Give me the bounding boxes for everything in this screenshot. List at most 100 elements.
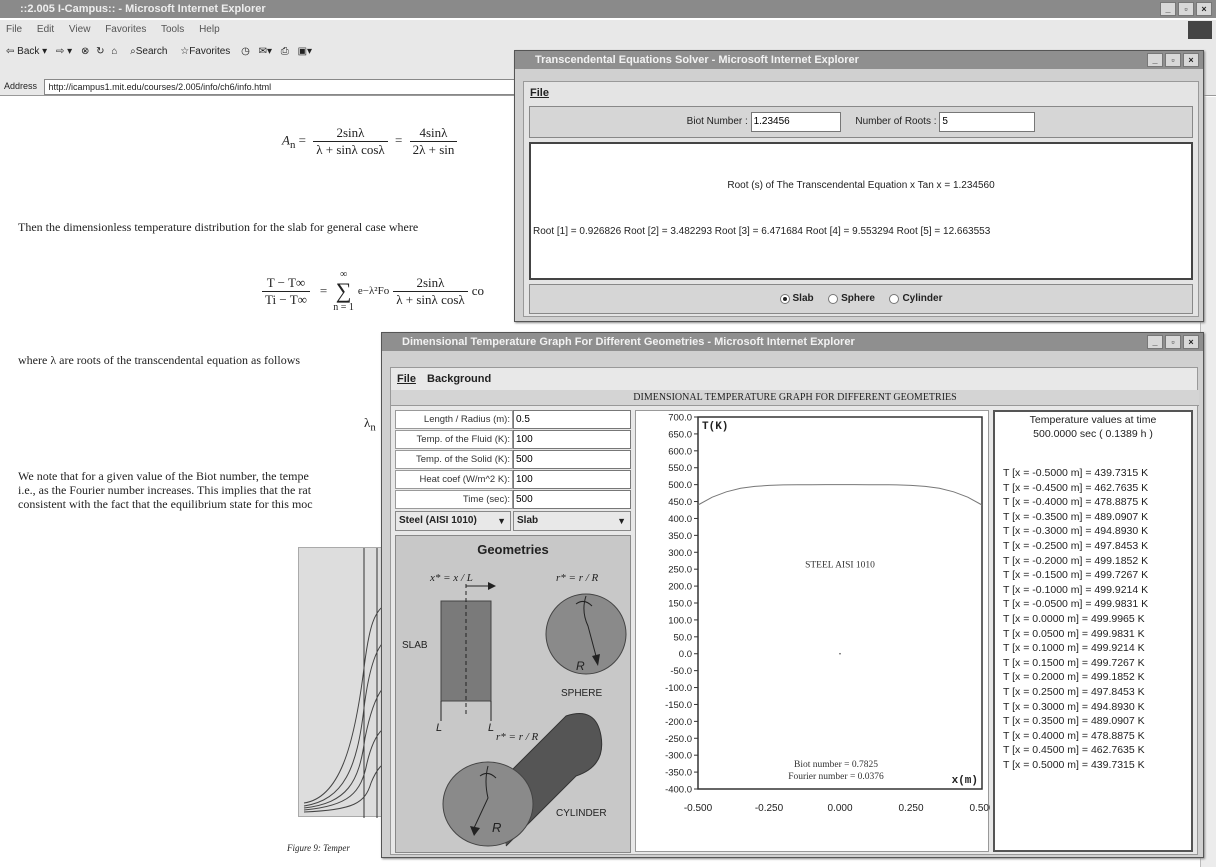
- x-tick-label: -0.500: [684, 803, 713, 814]
- mail-icon[interactable]: ✉▾: [259, 46, 272, 57]
- values-list: T [x = -0.5000 m] = 439.7315 K T [x = -0.…: [1003, 466, 1183, 772]
- y-tick-label: 50.0: [674, 632, 693, 643]
- edit-icon[interactable]: ▣▾: [298, 46, 312, 57]
- temperature-value-row: T [x = -0.4500 m] = 462.7635 K: [1003, 481, 1149, 494]
- forward-button[interactable]: ⇨ ▾: [56, 46, 72, 57]
- temperature-value-row: T [x = 0.4000 m] = 478.8875 K: [1003, 729, 1145, 742]
- menu-file[interactable]: File: [6, 24, 22, 35]
- graph-menu-file[interactable]: File: [397, 373, 416, 385]
- geometry-radio-panel: Slab Sphere Cylinder: [529, 284, 1193, 314]
- solver-title-bar[interactable]: Transcendental Equations Solver - Micros…: [515, 51, 1203, 69]
- graph-menu-background[interactable]: Background: [427, 373, 491, 385]
- solver-result-box: Root (s) of The Transcendental Equation …: [529, 142, 1193, 280]
- heat-coef-input[interactable]: [513, 470, 631, 489]
- favorites-button[interactable]: ☆Favorites: [180, 46, 230, 57]
- radio-slab[interactable]: Slab: [779, 285, 814, 313]
- figure-9-curves: [303, 548, 390, 818]
- solver-menu-file[interactable]: File: [524, 82, 1198, 104]
- field-row-solid-temp: Temp. of the Solid (K):: [395, 450, 631, 469]
- menu-help[interactable]: Help: [199, 24, 220, 35]
- equation-lambda: λn: [364, 415, 376, 434]
- length-input[interactable]: [513, 410, 631, 429]
- back-button[interactable]: ⇦ Back ▾: [6, 46, 47, 57]
- material-select[interactable]: Steel (AISI 1010) ▼: [395, 511, 511, 531]
- chart-area: 700.0 650.0 600.0 550.0 500.0 450.0 400.0 350.0…: [635, 410, 990, 852]
- graph-title-bar[interactable]: Dimensional Temperature Graph For Differ…: [382, 333, 1203, 351]
- x-tick-label: 0.250: [898, 803, 923, 814]
- y-tick-label: -150.0: [665, 700, 692, 711]
- biot-number-label: Biot Number :: [686, 116, 748, 127]
- main-window-controls: _ ▫ ×: [1160, 2, 1212, 16]
- geometry-select-value: Slab: [517, 515, 539, 526]
- plot-frame: [697, 416, 983, 790]
- values-title: Temperature values at time: [1029, 414, 1157, 426]
- graph-restore-icon[interactable]: ▫: [1165, 335, 1181, 349]
- eq-t-den2: λ + sinλ cosλ: [396, 291, 465, 307]
- radio-cylinder[interactable]: Cylinder: [889, 285, 942, 313]
- fluid-temp-input[interactable]: [513, 430, 631, 449]
- solid-temp-input[interactable]: [513, 450, 631, 469]
- refresh-icon[interactable]: ↻: [96, 46, 104, 57]
- restore-icon[interactable]: ▫: [1178, 2, 1194, 16]
- material-annotation: STEEL AISI 1010: [805, 560, 875, 570]
- eq-t-num2: 2sinλ: [393, 275, 468, 292]
- eq-an-den1: λ + sinλ cosλ: [316, 142, 385, 157]
- print-icon[interactable]: ⎙: [281, 46, 289, 57]
- length-label: Length / Radius (m):: [395, 410, 513, 429]
- y-tick-label: 350.0: [668, 531, 692, 542]
- y-tick-label: 650.0: [668, 429, 692, 440]
- values-time: 500.0000 sec ( 0.1389 h ): [1033, 428, 1153, 440]
- menu-favorites[interactable]: Favorites: [105, 24, 146, 35]
- solver-title: Transcendental Equations Solver - Micros…: [535, 54, 859, 66]
- temperature-value-row: T [x = -0.5000 m] = 439.7315 K: [1003, 467, 1149, 479]
- temperature-value-row: T [x = 0.2500 m] = 497.8453 K: [1003, 685, 1145, 698]
- y-tick-label: 150.0: [668, 599, 692, 610]
- time-input[interactable]: [513, 490, 631, 509]
- graph-applet: File Background DIMENSIONAL TEMPERATURE …: [390, 367, 1199, 855]
- geometry-select[interactable]: Slab ▼: [513, 511, 631, 531]
- eq-an-num2: 4sinλ: [409, 125, 458, 142]
- graph-minimize-icon[interactable]: _: [1147, 335, 1163, 349]
- figure-caption: Figure 9: Temper: [287, 843, 350, 853]
- paragraph-3b: i.e., as the Fourier number increases. T…: [18, 483, 312, 497]
- x-tick-label: 0.500: [969, 803, 990, 814]
- menu-view[interactable]: View: [69, 24, 91, 35]
- y-tick-label: 250.0: [668, 565, 692, 576]
- y-tick-label: 200.0: [668, 582, 692, 593]
- solver-restore-icon[interactable]: ▫: [1165, 53, 1181, 67]
- close-icon[interactable]: ×: [1196, 2, 1212, 16]
- windows-logo-icon: [1188, 21, 1212, 39]
- y-tick-label: -350.0: [665, 768, 692, 779]
- radio-cylinder-dot[interactable]: [889, 294, 900, 304]
- graph-close-icon[interactable]: ×: [1183, 335, 1199, 349]
- radio-sphere[interactable]: Sphere: [828, 285, 875, 313]
- radio-slab-dot[interactable]: [779, 294, 790, 304]
- eq-exp: e−λ²Fo: [357, 285, 390, 297]
- solver-input-panel: Biot Number : Number of Roots :: [529, 106, 1193, 138]
- temperature-value-row: T [x = 0.1000 m] = 499.9214 K: [1003, 642, 1145, 655]
- temperature-value-row: T [x = 0.4500 m] = 462.7635 K: [1003, 744, 1145, 757]
- solver-close-icon[interactable]: ×: [1183, 53, 1199, 67]
- number-of-roots-input[interactable]: [939, 111, 1036, 132]
- address-input[interactable]: http://icampus1.mit.edu/courses/2.005/in…: [43, 78, 524, 95]
- history-icon[interactable]: ◷: [241, 46, 250, 57]
- radio-sphere-dot[interactable]: [828, 294, 839, 304]
- temperature-value-row: T [x = -0.3000 m] = 494.8930 K: [1003, 525, 1149, 538]
- menu-tools[interactable]: Tools: [161, 24, 184, 35]
- search-button[interactable]: ⌕Search: [130, 46, 167, 57]
- field-row-fluid-temp: Temp. of the Fluid (K):: [395, 430, 631, 449]
- minimize-icon[interactable]: _: [1160, 2, 1176, 16]
- temperature-value-row: T [x = 0.5000 m] = 439.7315 K: [1003, 758, 1145, 771]
- main-title-bar[interactable]: ::2.005 I-Campus:: - Microsoft Internet …: [0, 0, 1216, 18]
- graph-menu-bar: File Background: [391, 368, 1197, 390]
- solver-minimize-icon[interactable]: _: [1147, 53, 1163, 67]
- home-icon[interactable]: ⌂: [111, 46, 117, 57]
- biot-number-input[interactable]: [750, 111, 841, 132]
- slab-l-right: L: [488, 722, 495, 734]
- equation-an: An = 2sinλ λ + sinλ cosλ = 4sinλ 2λ + sin: [282, 125, 461, 158]
- stop-icon[interactable]: ⊗: [81, 46, 89, 57]
- graph-window: Dimensional Temperature Graph For Differ…: [381, 332, 1204, 858]
- number-of-roots-label: Number of Roots :: [855, 116, 937, 127]
- temperature-value-row: T [x = -0.2500 m] = 497.8453 K: [1003, 539, 1149, 552]
- menu-edit[interactable]: Edit: [37, 24, 54, 35]
